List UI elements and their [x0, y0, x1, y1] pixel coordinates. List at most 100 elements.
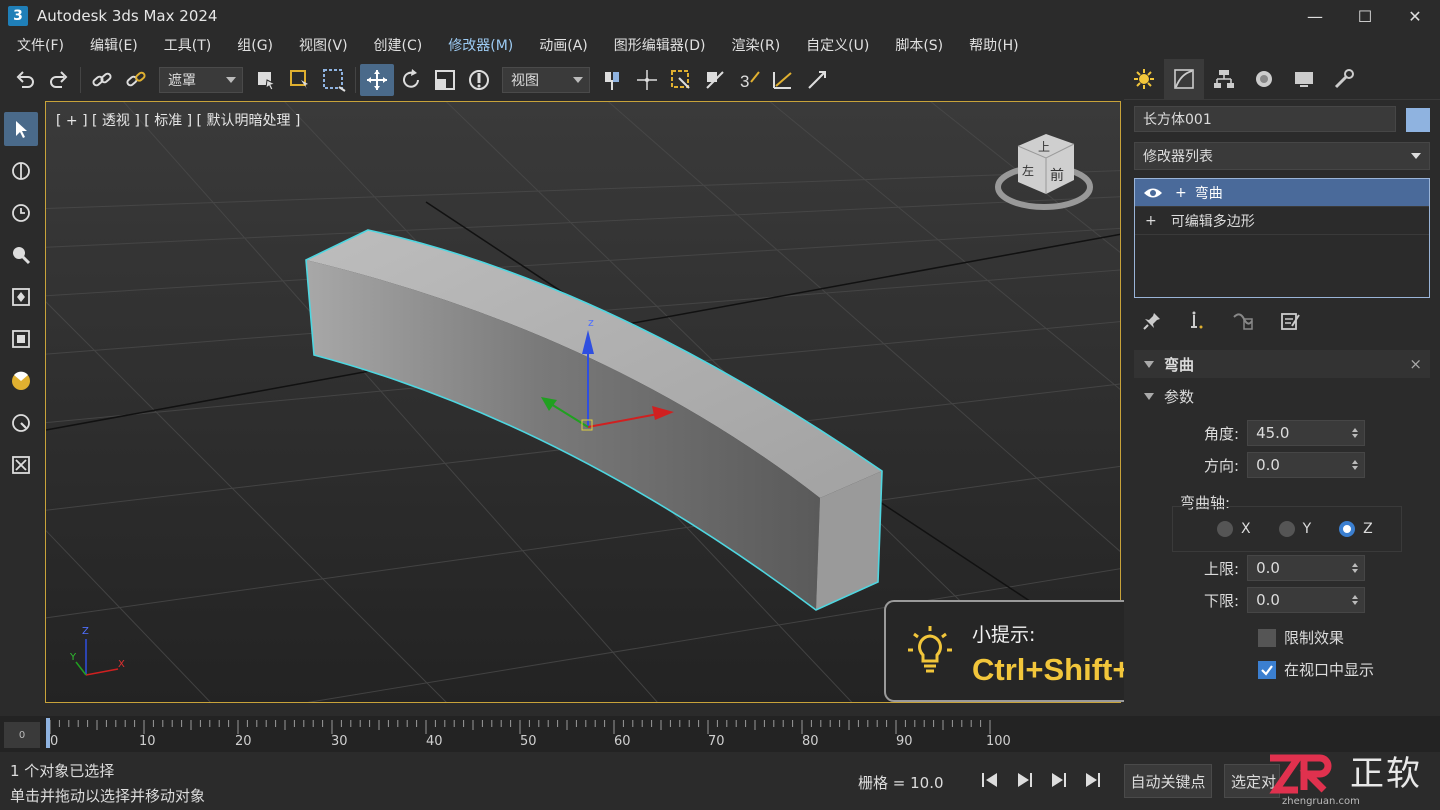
eye-icon[interactable] — [1143, 186, 1163, 200]
time-slider-frame-button[interactable]: 0 — [4, 722, 40, 748]
orbit-tool-icon[interactable] — [4, 154, 38, 188]
go-to-start-icon[interactable] — [980, 768, 1000, 792]
stack-item-bend[interactable]: + 弯曲 — [1135, 179, 1429, 207]
play-icon[interactable] — [1048, 768, 1068, 792]
toolbar-divider — [80, 67, 81, 93]
grid-size-readout: 栅格 = 10.0 — [858, 774, 944, 792]
clock-icon[interactable] — [4, 196, 38, 230]
expand-icon[interactable]: + — [1145, 213, 1157, 229]
menu-modifiers[interactable]: 修改器(M) — [439, 35, 522, 55]
rectangular-selection-icon[interactable] — [317, 64, 351, 96]
menu-create[interactable]: 创建(C) — [365, 35, 432, 55]
auto-key-button[interactable]: 自动关键点 — [1124, 764, 1212, 798]
undo-icon[interactable] — [8, 64, 42, 96]
bend-rollout-header[interactable]: 弯曲 × — [1134, 350, 1430, 378]
pin-stack-icon[interactable] — [1142, 311, 1162, 331]
select-and-place-icon[interactable] — [462, 64, 496, 96]
axis-x-radio[interactable]: X — [1217, 521, 1251, 537]
link-icon[interactable] — [85, 64, 119, 96]
axis-y-label: Y — [70, 652, 77, 663]
menu-file[interactable]: 文件(F) — [8, 35, 73, 55]
angle-snap-icon[interactable]: 3 — [732, 64, 766, 96]
viewcube-front-label[interactable]: 前 — [1050, 165, 1064, 185]
maximize-viewport-icon[interactable] — [4, 448, 38, 482]
show-in-viewport-checkbox[interactable] — [1258, 660, 1276, 679]
time-slider[interactable]: 0 0 10 20 30 40 50 60 70 80 90 100 — [0, 716, 1440, 752]
hierarchy-tab-icon[interactable] — [1204, 59, 1244, 99]
radio-button-selected[interactable] — [1339, 521, 1356, 537]
select-object-icon[interactable] — [249, 64, 283, 96]
axis-z-radio[interactable]: Z — [1339, 521, 1373, 537]
percent-snap-icon[interactable] — [766, 64, 800, 96]
limit-effect-row[interactable]: 限制效果 — [1258, 627, 1344, 648]
pan-view-icon[interactable] — [4, 406, 38, 440]
reference-coordinate-dropdown[interactable]: 视图 — [502, 67, 590, 93]
select-and-rotate-icon[interactable] — [394, 64, 428, 96]
selection-filter-dropdown[interactable]: 遮罩 — [159, 67, 243, 93]
modifier-list-dropdown[interactable]: 修改器列表 — [1134, 142, 1430, 170]
previous-frame-icon[interactable] — [1014, 768, 1034, 792]
viewport-label[interactable]: [ + ] [ 透视 ] [ 标准 ] [ 默认明暗处理 ] — [56, 110, 300, 130]
select-tool-icon[interactable] — [4, 112, 38, 146]
menu-rendering[interactable]: 渲染(R) — [723, 35, 790, 55]
spinner-arrows-icon[interactable] — [1352, 428, 1359, 438]
maximize-button[interactable]: ☐ — [1340, 0, 1390, 32]
axis-y-radio[interactable]: Y — [1278, 521, 1311, 537]
menu-scripting[interactable]: 脚本(S) — [886, 35, 952, 55]
expand-icon[interactable]: + — [1175, 185, 1187, 201]
radio-button[interactable] — [1217, 521, 1233, 537]
zoom-extents-icon[interactable] — [4, 280, 38, 314]
viewcube-top-label[interactable]: 上 — [1038, 138, 1050, 155]
spinner-arrows-icon[interactable] — [1352, 460, 1359, 470]
object-color-swatch[interactable] — [1406, 108, 1430, 132]
parameters-rollout-header[interactable]: 参数 — [1134, 382, 1430, 410]
menu-edit[interactable]: 编辑(E) — [81, 35, 147, 55]
menu-animation[interactable]: 动画(A) — [530, 35, 597, 55]
title-bar: 3 Autodesk 3ds Max 2024 — ☐ ✕ — [0, 0, 1440, 32]
object-name-field[interactable]: 长方体001 — [1134, 106, 1396, 132]
select-and-move-icon[interactable] — [360, 64, 394, 96]
menu-graph-editors[interactable]: 图形编辑器(D) — [605, 35, 715, 55]
utilities-tab-icon[interactable] — [1324, 59, 1364, 99]
upper-limit-spinner[interactable]: 0.0 — [1247, 555, 1366, 581]
field-of-view-icon[interactable] — [4, 364, 38, 398]
viewcube-left-label[interactable]: 左 — [1022, 162, 1034, 179]
pivot-center-icon[interactable] — [596, 64, 630, 96]
spinner-arrows-icon[interactable] — [1352, 563, 1359, 573]
stack-item-editable-poly[interactable]: + 可编辑多边形 — [1135, 207, 1429, 235]
menu-tools[interactable]: 工具(T) — [155, 35, 220, 55]
modify-tab-icon[interactable] — [1164, 58, 1204, 99]
select-by-name-icon[interactable] — [283, 64, 317, 96]
zoom-tool-icon[interactable] — [4, 238, 38, 272]
limit-effect-checkbox[interactable] — [1258, 628, 1276, 647]
motion-tab-icon[interactable] — [1244, 59, 1284, 99]
show-end-result-icon[interactable] — [1186, 311, 1206, 331]
timeline-track[interactable]: 0 10 20 30 40 50 60 70 80 90 100 — [46, 716, 1122, 752]
display-tab-icon[interactable] — [1284, 59, 1324, 99]
create-tab-sun-icon[interactable] — [1124, 59, 1164, 99]
radio-button[interactable] — [1278, 521, 1295, 537]
close-rollout-icon[interactable]: × — [1409, 355, 1422, 373]
menu-views[interactable]: 视图(V) — [290, 35, 357, 55]
select-and-scale-icon[interactable] — [428, 64, 462, 96]
menu-group[interactable]: 组(G) — [228, 35, 282, 55]
spinner-snap-icon[interactable] — [800, 64, 834, 96]
configure-modifier-sets-icon[interactable] — [1280, 311, 1300, 331]
redo-icon[interactable] — [42, 64, 76, 96]
zoom-all-icon[interactable] — [4, 322, 38, 356]
unlink-icon[interactable] — [119, 64, 153, 96]
angle-spinner[interactable]: 45.0 — [1247, 420, 1366, 446]
keyboard-shortcut-override-icon[interactable] — [664, 64, 698, 96]
show-in-viewport-row[interactable]: 在视口中显示 — [1258, 659, 1374, 680]
minimize-button[interactable]: — — [1290, 0, 1340, 32]
go-to-end-icon[interactable] — [1082, 768, 1102, 792]
menu-help[interactable]: 帮助(H) — [960, 35, 1027, 55]
close-button[interactable]: ✕ — [1390, 0, 1440, 32]
menu-customize[interactable]: 自定义(U) — [797, 35, 878, 55]
spinner-arrows-icon[interactable] — [1352, 595, 1359, 605]
make-unique-icon[interactable] — [1230, 311, 1256, 331]
select-and-manipulate-icon[interactable] — [630, 64, 664, 96]
snaps-toggle-icon[interactable] — [698, 64, 732, 96]
lower-limit-spinner[interactable]: 0.0 — [1247, 587, 1366, 613]
direction-spinner[interactable]: 0.0 — [1247, 452, 1366, 478]
